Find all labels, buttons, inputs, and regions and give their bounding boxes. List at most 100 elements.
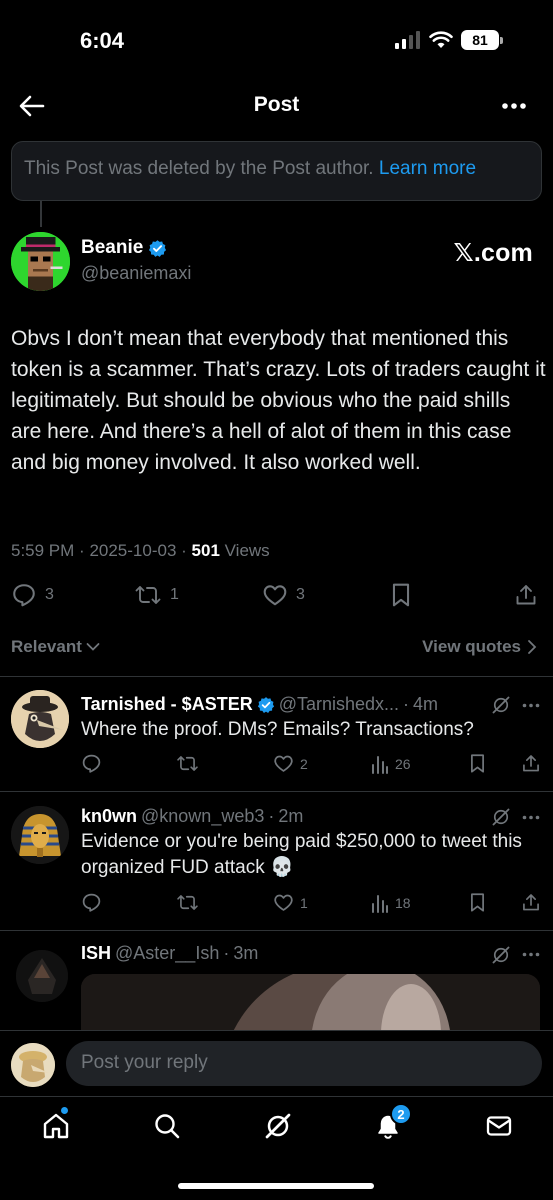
notifications-badge: 2 (390, 1103, 412, 1125)
author-avatar[interactable] (11, 232, 70, 291)
post-metadata: 5:59 PM · 2025-10-03 · 501 Views (11, 541, 270, 560)
reply-author-name[interactable]: kn0wn (81, 806, 137, 827)
bookmark-icon (471, 893, 484, 912)
view-count: 26 (395, 755, 411, 772)
share-button[interactable] (521, 753, 541, 774)
heart-icon (263, 585, 287, 606)
like-button[interactable]: 1 (273, 892, 308, 913)
repost-button[interactable]: 1 (134, 582, 179, 608)
like-count: 2 (300, 755, 308, 772)
reply-button[interactable] (81, 753, 102, 774)
more-horizontal-icon (522, 703, 540, 708)
reply-button[interactable] (81, 892, 102, 913)
thread-connector-line (40, 201, 42, 227)
hooded-figure-avatar-image (16, 950, 68, 1002)
pharaoh-mask-avatar-image (11, 806, 69, 864)
reply-author-handle[interactable]: @Aster__Ish (115, 943, 219, 964)
grok-icon (265, 1113, 291, 1139)
like-button[interactable]: 2 (273, 753, 308, 774)
verified-badge-icon (257, 696, 274, 713)
reply-header: ISH @Aster__Ish · 3m (81, 943, 259, 964)
reply-header: Tarnished - $ASTER @Tarnishedx... · 4m (81, 694, 439, 715)
grok-icon (492, 946, 510, 964)
heart-icon (274, 755, 293, 772)
like-count: 3 (296, 586, 305, 603)
nav-notifications[interactable]: 2 (373, 1103, 412, 1141)
repost-button[interactable] (176, 753, 199, 774)
current-user-avatar[interactable] (11, 1043, 55, 1087)
reply-icon (82, 893, 101, 912)
learn-more-link[interactable]: Learn more (379, 158, 476, 179)
reply-text: Where the proof. DMs? Emails? Transactio… (81, 719, 474, 740)
reply-author-name[interactable]: Tarnished - $ASTER (81, 694, 253, 715)
author-handle[interactable]: @beaniemaxi (81, 263, 191, 284)
search-icon (155, 1114, 180, 1139)
reply-author-handle[interactable]: @Tarnishedx... (279, 694, 399, 715)
reply-more-button[interactable] (522, 703, 540, 708)
share-button[interactable] (521, 892, 541, 913)
grok-button[interactable] (491, 695, 511, 715)
reply-avatar[interactable] (11, 806, 69, 864)
views-count: 501 (191, 541, 220, 560)
reply-actions: 2 26 (81, 753, 541, 775)
deleted-post-notice: This Post was deleted by the Post author… (11, 141, 542, 201)
pixel-avatar-image (11, 232, 70, 291)
bookmark-icon (392, 583, 410, 607)
sort-dropdown[interactable]: Relevant (11, 637, 100, 657)
bar-chart-icon (372, 756, 388, 774)
reply-count: 3 (45, 586, 54, 603)
reply-input[interactable]: Post your reply (66, 1041, 542, 1086)
reply-time: 2m (278, 806, 304, 826)
views-button[interactable]: 26 (371, 753, 411, 774)
reply-avatar[interactable] (11, 690, 69, 748)
more-horizontal-icon (502, 103, 526, 109)
view-quotes-link[interactable]: View quotes (422, 637, 537, 657)
reply-media-image[interactable] (81, 974, 540, 1030)
reply-time: 4m (413, 694, 439, 714)
watermark-logo: 𝕏.com (453, 239, 533, 267)
status-time: 6:04 (80, 28, 125, 53)
repost-button[interactable] (176, 892, 199, 913)
chevron-down-icon (86, 643, 100, 651)
nav-search[interactable] (152, 1111, 182, 1141)
home-notification-dot (59, 1105, 70, 1116)
reply-author-name[interactable]: ISH (81, 943, 111, 964)
divider (0, 930, 553, 931)
repost-icon (177, 756, 198, 771)
more-options-button[interactable] (501, 102, 527, 110)
share-icon (523, 755, 539, 772)
reply-header: kn0wn @known_web3 · 2m (81, 806, 304, 827)
chevron-right-icon (528, 640, 537, 654)
reply-button[interactable]: 3 (11, 582, 54, 608)
author-name[interactable]: Beanie (81, 237, 167, 259)
grok-button[interactable] (491, 807, 511, 827)
post-time: 5:59 PM (11, 541, 75, 560)
verified-badge-icon (149, 239, 167, 257)
reply-avatar[interactable] (16, 950, 68, 1002)
reply-actions: 1 18 (81, 892, 541, 914)
grok-icon (492, 696, 510, 714)
nav-messages[interactable] (484, 1111, 514, 1141)
reply-more-button[interactable] (522, 952, 540, 957)
bookmark-button[interactable] (468, 753, 487, 774)
reply-time: 3m (233, 943, 259, 963)
battery-indicator: 81 (461, 30, 499, 50)
repost-icon (177, 895, 198, 910)
views-button[interactable]: 18 (371, 892, 411, 913)
cellular-signal-icon (395, 31, 420, 49)
bookmark-button[interactable] (468, 892, 487, 913)
reply-more-button[interactable] (522, 815, 540, 820)
more-horizontal-icon (522, 952, 540, 957)
nav-grok[interactable] (263, 1111, 293, 1141)
share-icon (516, 585, 536, 605)
wifi-icon (429, 31, 453, 48)
bookmark-button[interactable] (389, 582, 413, 608)
grok-button[interactable] (491, 945, 511, 965)
like-button[interactable]: 3 (262, 582, 305, 608)
nav-home[interactable] (41, 1105, 71, 1141)
reply-icon (13, 584, 35, 607)
view-count: 18 (395, 894, 411, 911)
share-button[interactable] (514, 582, 538, 608)
reply-author-handle[interactable]: @known_web3 (141, 806, 264, 827)
bookmark-icon (471, 754, 484, 773)
